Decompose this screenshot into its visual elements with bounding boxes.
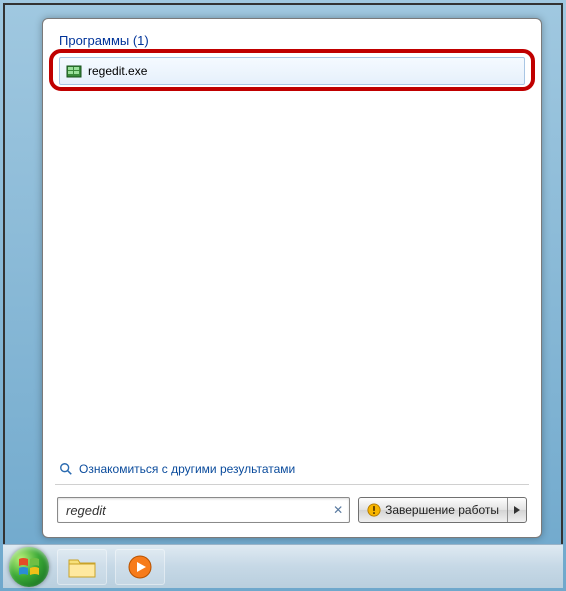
triangle-right-icon bbox=[514, 506, 520, 514]
taskbar bbox=[3, 544, 563, 588]
search-results-area: Программы (1) regedit.exe bbox=[43, 29, 541, 456]
shutdown-button[interactable]: Завершение работы bbox=[359, 498, 508, 522]
media-player-icon bbox=[127, 554, 153, 580]
folder-icon bbox=[68, 556, 96, 578]
see-more-results-link[interactable]: Ознакомиться с другими результатами bbox=[43, 456, 541, 482]
result-item-label: regedit.exe bbox=[88, 64, 147, 78]
windows-logo-icon bbox=[17, 555, 41, 579]
search-box[interactable]: ✕ bbox=[57, 497, 350, 523]
search-icon bbox=[59, 462, 73, 476]
shutdown-label: Завершение работы bbox=[385, 503, 499, 517]
search-input[interactable] bbox=[66, 503, 331, 518]
divider bbox=[55, 484, 529, 485]
taskbar-item-explorer[interactable] bbox=[57, 549, 107, 585]
regedit-icon bbox=[66, 63, 82, 79]
start-menu-panel: Программы (1) regedit.exe Ознакомиться с… bbox=[42, 18, 542, 538]
clear-search-icon[interactable]: ✕ bbox=[331, 503, 345, 517]
bottom-row: ✕ Завершение работы bbox=[43, 487, 541, 537]
see-more-results-label: Ознакомиться с другими результатами bbox=[79, 462, 295, 476]
shutdown-split-button: Завершение работы bbox=[358, 497, 527, 523]
taskbar-item-media-player[interactable] bbox=[115, 549, 165, 585]
search-result-regedit[interactable]: regedit.exe bbox=[59, 57, 525, 85]
shutdown-options-arrow[interactable] bbox=[508, 498, 526, 522]
category-header-programs: Программы (1) bbox=[57, 29, 527, 51]
start-button[interactable] bbox=[9, 547, 49, 587]
warning-icon bbox=[367, 503, 381, 517]
